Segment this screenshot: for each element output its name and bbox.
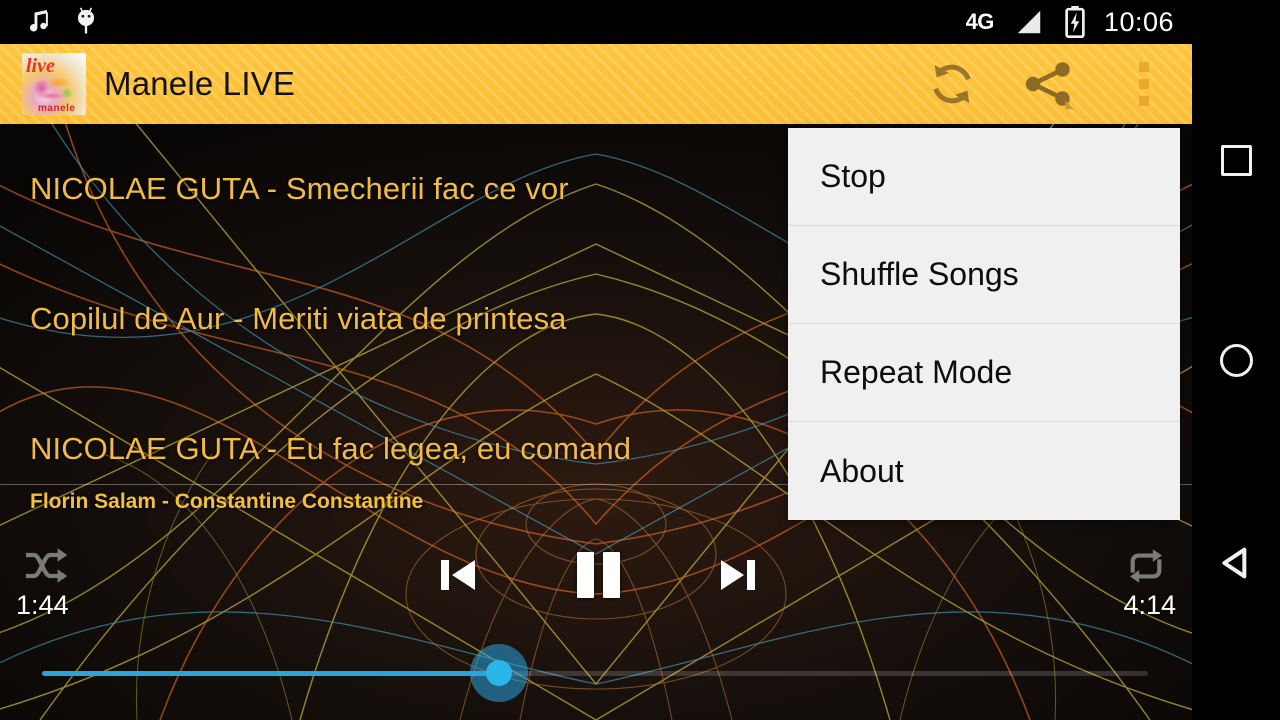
menu-item-about[interactable]: About <box>788 422 1180 520</box>
skip-next-icon <box>721 560 755 590</box>
repeat-icon <box>1130 549 1162 583</box>
now-playing-bar: Florin Salam - Constantine Constantine <box>30 490 423 514</box>
share-button[interactable] <box>1000 44 1096 124</box>
triangle-back-icon <box>1222 547 1247 579</box>
overflow-button[interactable] <box>1096 44 1192 124</box>
status-clock: 10:06 <box>1103 6 1174 37</box>
network-type-label: 4G <box>965 9 995 34</box>
menu-item-stop[interactable]: Stop <box>788 128 1180 226</box>
total-time: 4:14 <box>1123 590 1176 620</box>
android-screen: 4G 10:06 live manele Manele LIVE NICOLAE… <box>0 0 1280 720</box>
shuffle-button[interactable] <box>18 544 74 588</box>
home-button[interactable] <box>1192 325 1280 395</box>
music-note-icon <box>29 10 48 32</box>
status-system-icons: 4G 10:06 <box>966 6 1192 38</box>
menu-item-label: Repeat Mode <box>820 354 1013 390</box>
previous-button[interactable] <box>432 546 484 604</box>
recents-button[interactable] <box>1192 125 1280 195</box>
share-icon <box>1025 62 1074 110</box>
status-bar: 4G 10:06 <box>0 0 1192 44</box>
logo-live-text: live <box>26 55 55 77</box>
pause-icon <box>576 552 620 598</box>
menu-item-shuffle-songs[interactable]: Shuffle Songs <box>788 226 1180 324</box>
next-button[interactable] <box>712 546 764 604</box>
overflow-dropdown-menu: Stop Shuffle Songs Repeat Mode About <box>788 128 1180 520</box>
system-navigation-bar <box>1192 0 1280 720</box>
seek-progress-fill <box>42 671 498 676</box>
skip-previous-icon <box>441 560 475 590</box>
seek-thumb[interactable] <box>486 660 512 686</box>
back-button[interactable] <box>1192 528 1280 598</box>
status-notifications <box>0 7 100 37</box>
logo-splash <box>30 75 76 101</box>
menu-item-label: Shuffle Songs <box>820 256 1019 292</box>
song-title: NICOLAE GUTA - Eu fac legea, eu comand <box>30 431 632 466</box>
logo-manele-text: manele <box>38 103 76 114</box>
action-bar: live manele Manele LIVE <box>0 44 1192 124</box>
square-recents-icon <box>1220 144 1252 176</box>
song-title: Copilul de Aur - Meriti viata de printes… <box>30 301 567 336</box>
now-playing-title: Florin Salam - Constantine Constantine <box>30 490 424 513</box>
playback-controls <box>0 540 1192 610</box>
app-title: Manele LIVE <box>104 65 296 102</box>
action-bar-buttons <box>904 44 1192 124</box>
signal-bars-icon <box>1017 10 1041 34</box>
app-logo-icon: live manele <box>22 53 86 115</box>
elapsed-time: 1:44 <box>16 590 69 620</box>
refresh-icon <box>933 64 971 104</box>
battery-charging-icon <box>1065 6 1085 38</box>
menu-item-label: Stop <box>820 158 886 194</box>
song-title: NICOLAE GUTA - Smecherii fac ce vor <box>30 171 569 206</box>
circle-home-icon <box>1219 343 1253 377</box>
menu-item-repeat-mode[interactable]: Repeat Mode <box>788 324 1180 422</box>
menu-item-label: About <box>820 452 904 489</box>
repeat-button[interactable] <box>1118 544 1174 588</box>
play-pause-button[interactable] <box>572 546 624 604</box>
overflow-menu-icon <box>1139 62 1149 106</box>
android-bug-icon <box>77 7 95 34</box>
app-window: 4G 10:06 live manele Manele LIVE NICOLAE… <box>0 0 1192 720</box>
seek-bar[interactable] <box>0 645 1192 705</box>
shuffle-icon <box>26 548 68 583</box>
refresh-button[interactable] <box>904 44 1000 124</box>
